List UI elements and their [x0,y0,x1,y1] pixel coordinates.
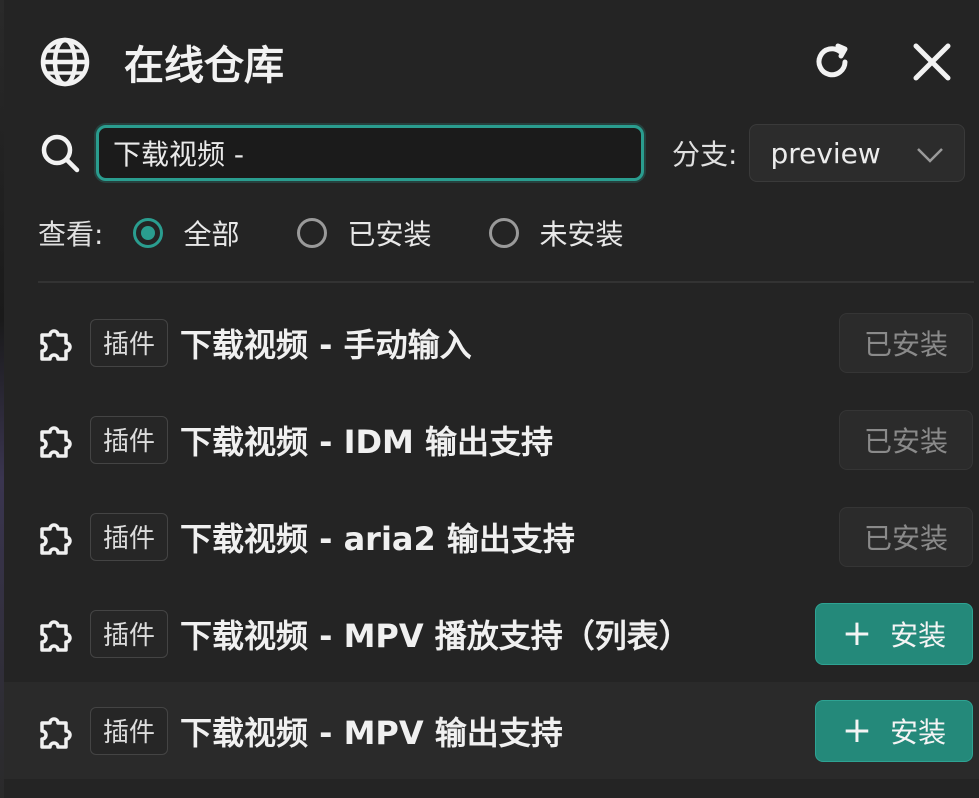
type-tag: 插件 [90,415,169,464]
puzzle-icon [34,612,78,656]
filter-option-label: 全部 [183,218,240,251]
filter-row: 查看: 全部 已安装 未安装 [38,208,681,258]
refresh-button[interactable] [810,40,854,84]
installed-button: 已安装 [839,506,973,567]
installed-button: 已安装 [839,409,973,470]
puzzle-icon [34,418,78,462]
plugin-list: 插件 下载视频 - 手动输入 已安装 插件 下载视频 - IDM 输出支持 已安… [4,294,979,779]
list-item: 插件 下载视频 - MPV 输出支持 + 安装 [4,682,979,779]
filter-radio-all[interactable]: 全部 [133,213,239,253]
plugin-name: 下载视频 - IDM 输出支持 [180,422,554,461]
search-icon [38,131,82,175]
puzzle-icon [34,709,78,753]
type-tag: 插件 [90,706,169,755]
branch-label: 分支: [672,138,738,171]
radio-unchecked-icon [489,218,520,248]
page-title: 在线仓库 [124,43,284,89]
divider [38,281,974,283]
install-button[interactable]: + 安装 [815,602,973,665]
filter-radio-installed[interactable]: 已安装 [297,213,431,253]
filter-radio-not-installed[interactable]: 未安装 [489,213,623,253]
plus-icon: + [841,612,873,654]
search-input[interactable] [96,125,644,181]
plugin-name: 下载视频 - MPV 输出支持 [180,713,563,752]
list-item: 插件 下载视频 - IDM 输出支持 已安装 [4,391,979,488]
installed-label: 已安装 [863,521,948,555]
plugin-name: 下载视频 - 手动输入 [180,325,472,364]
puzzle-icon [34,321,78,365]
header: 在线仓库 [38,30,968,94]
search-row: 分支: preview [38,122,978,184]
plugin-name: 下载视频 - MPV 播放支持（列表） [180,616,691,655]
installed-button: 已安装 [839,312,973,373]
install-label: 安装 [890,715,947,749]
radio-checked-icon [133,218,164,248]
close-button[interactable] [910,40,954,84]
list-item: 插件 下载视频 - MPV 播放支持（列表） + 安装 [4,585,979,682]
filter-option-label: 已安装 [347,218,432,251]
type-tag: 插件 [90,318,169,367]
plugin-name: 下载视频 - aria2 输出支持 [180,519,575,558]
install-label: 安装 [890,618,947,652]
installed-label: 已安装 [863,424,948,458]
list-item: 插件 下载视频 - 手动输入 已安装 [4,294,979,391]
type-tag: 插件 [90,512,169,561]
list-item: 插件 下载视频 - aria2 输出支持 已安装 [4,488,979,585]
filter-option-label: 未安装 [539,218,624,251]
branch-selected-value: preview [770,136,881,170]
chevron-down-icon [916,137,944,170]
branch-select[interactable]: preview [749,124,966,182]
globe-icon [38,35,92,89]
plus-icon: + [841,709,873,751]
radio-unchecked-icon [297,218,328,248]
refresh-icon [816,43,848,78]
filter-label: 查看: [38,218,104,251]
installed-label: 已安装 [863,327,948,361]
install-button[interactable]: + 安装 [815,699,973,762]
puzzle-icon [34,515,78,559]
close-icon [913,43,951,81]
type-tag: 插件 [90,609,169,658]
